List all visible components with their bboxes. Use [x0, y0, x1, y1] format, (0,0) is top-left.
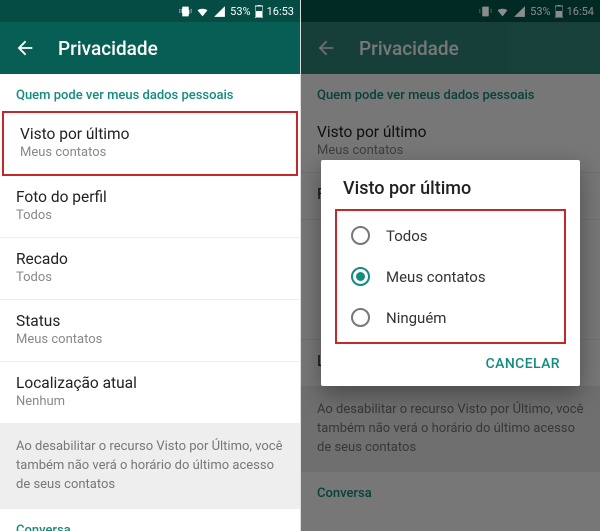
dialog-actions: CANCELAR	[329, 346, 572, 378]
setting-title: Status	[16, 312, 284, 330]
setting-title: Visto por último	[20, 125, 280, 143]
radio-option-everyone[interactable]: Todos	[337, 215, 564, 256]
radio-label: Ninguém	[386, 309, 446, 327]
setting-status[interactable]: Status Meus contatos	[0, 300, 300, 362]
wifi-icon	[196, 5, 209, 18]
dialog-last-seen: Visto por último Todos Meus contatos Nin…	[321, 160, 580, 386]
setting-sub: Meus contatos	[16, 332, 284, 347]
setting-sub: Todos	[16, 270, 284, 285]
setting-last-seen[interactable]: Visto por último Meus contatos	[2, 111, 298, 176]
radio-label: Meus contatos	[386, 268, 486, 286]
screen-privacy-list: 53% 16:53 Privacidade Quem pode ver meus…	[0, 0, 300, 531]
radio-label: Todos	[386, 227, 428, 245]
info-last-seen: Ao desabilitar o recurso Visto por Últim…	[0, 424, 300, 509]
clock-text: 16:53	[267, 5, 294, 18]
signal-icon	[213, 5, 226, 18]
radio-icon	[351, 308, 370, 327]
app-bar: Privacidade	[0, 22, 300, 74]
radio-icon	[351, 226, 370, 245]
radio-icon	[351, 267, 370, 286]
setting-live-location[interactable]: Localização atual Nenhum	[0, 362, 300, 424]
radio-option-nobody[interactable]: Ninguém	[337, 297, 564, 338]
screen-privacy-dialog: 53% 16:54 Privacidade Quem pode ver meus…	[300, 0, 600, 531]
setting-title: Foto do perfil	[16, 188, 284, 206]
section-conversation: Conversa	[0, 509, 300, 531]
vibrate-icon	[179, 5, 192, 18]
setting-about[interactable]: Recado Todos	[0, 238, 300, 300]
battery-text: 53%	[230, 5, 250, 18]
section-personal: Quem pode ver meus dados pessoais	[0, 74, 300, 111]
setting-sub: Meus contatos	[20, 145, 280, 160]
dialog-title: Visto por último	[329, 178, 572, 207]
back-icon[interactable]	[14, 37, 36, 59]
cancel-button[interactable]: CANCELAR	[486, 356, 560, 372]
battery-icon	[255, 5, 263, 18]
settings-content: Quem pode ver meus dados pessoais Visto …	[0, 74, 300, 531]
setting-title: Localização atual	[16, 374, 284, 392]
radio-group: Todos Meus contatos Ninguém	[335, 209, 566, 344]
status-bar: 53% 16:53	[0, 0, 300, 22]
setting-profile-photo[interactable]: Foto do perfil Todos	[0, 176, 300, 238]
setting-title: Recado	[16, 250, 284, 268]
setting-sub: Todos	[16, 208, 284, 223]
page-title: Privacidade	[58, 37, 158, 60]
radio-option-contacts[interactable]: Meus contatos	[337, 256, 564, 297]
setting-sub: Nenhum	[16, 394, 284, 409]
